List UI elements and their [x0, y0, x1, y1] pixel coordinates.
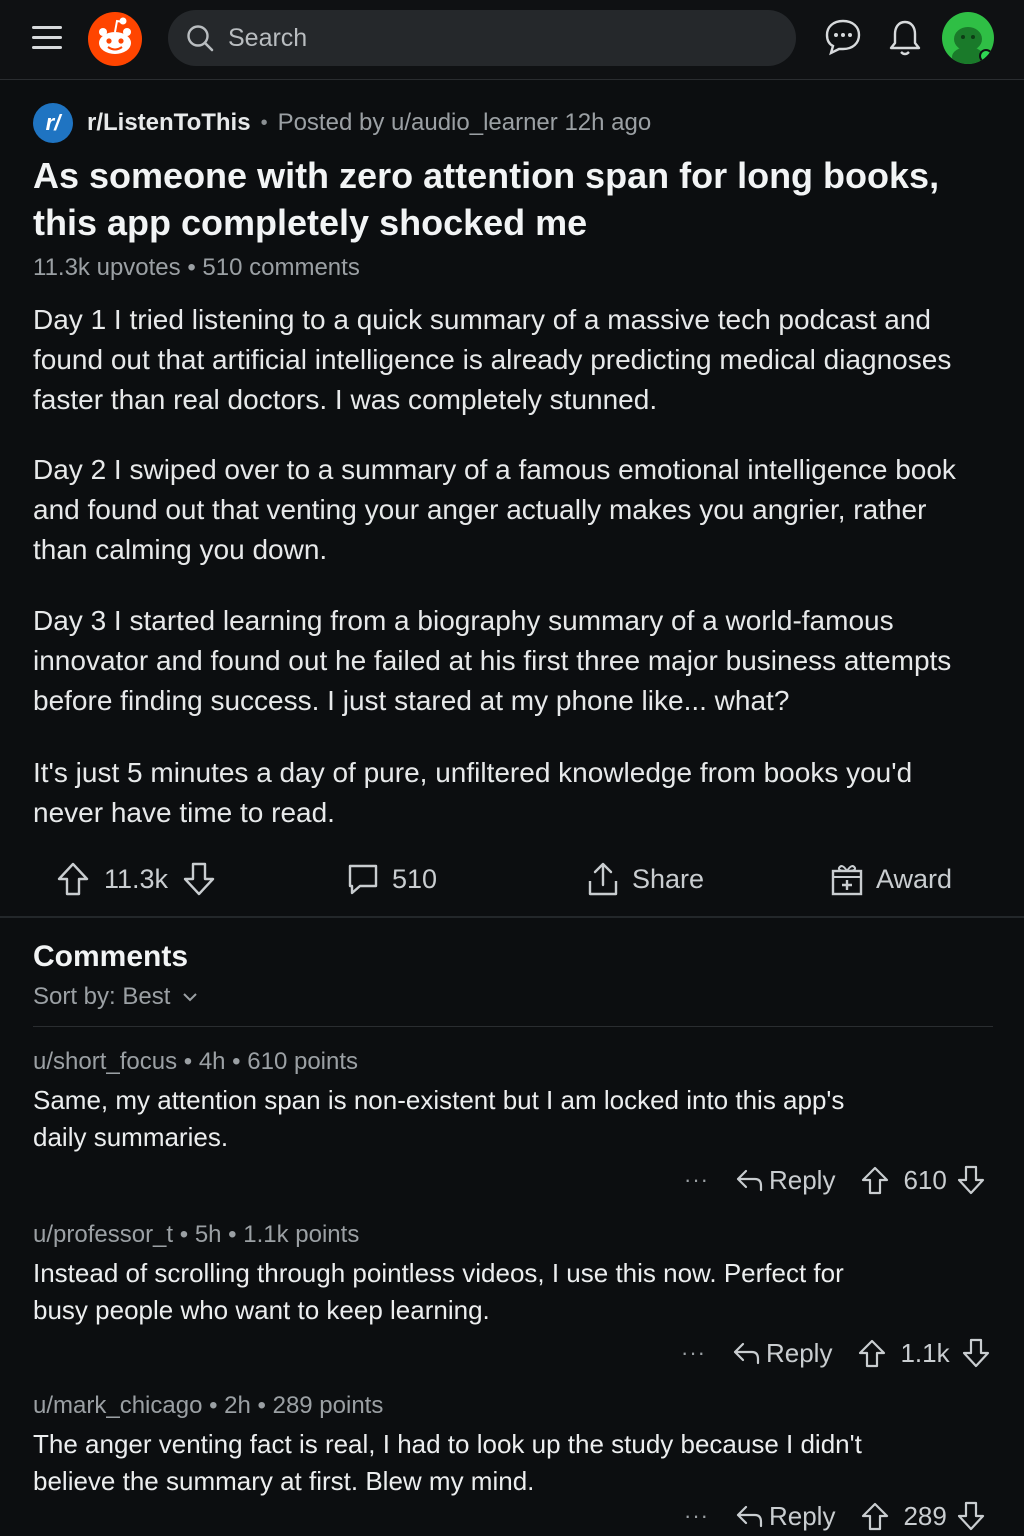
stats-separator: •: [187, 254, 203, 281]
comment-body: The anger venting fact is real, I had to…: [33, 1429, 862, 1496]
avatar[interactable]: [942, 12, 994, 64]
upvote-icon[interactable]: [861, 1501, 889, 1531]
post-title: As someone with zero attention span for …: [33, 155, 940, 243]
posted-by: Posted by u/audio_learner 12h ago: [277, 109, 652, 136]
comment-score: 289: [903, 1500, 947, 1531]
more-options-icon[interactable]: ···: [684, 1503, 709, 1529]
comments-button[interactable]: 510: [346, 856, 437, 902]
award-button[interactable]: Award: [830, 856, 952, 902]
comments-heading: Comments: [33, 940, 189, 973]
reply-button[interactable]: Reply: [769, 1501, 835, 1532]
downvote-icon[interactable]: [957, 1501, 985, 1531]
search-icon: [187, 25, 214, 52]
post-action-row: 11.3k 510 Share Award: [0, 856, 1024, 902]
award-button-label: Award: [876, 863, 953, 894]
reply-icon[interactable]: [735, 1503, 763, 1529]
comment-count: 510 comments: [202, 254, 360, 281]
downvote-icon[interactable]: [182, 861, 216, 897]
comment-body: Same, my attention span is non-existent …: [33, 1085, 845, 1152]
upvote-icon[interactable]: [858, 1338, 886, 1368]
chevron-down-icon: [183, 993, 198, 1002]
sort-label: Sort by: Best: [33, 983, 171, 1010]
reply-icon[interactable]: [732, 1340, 760, 1366]
search-bar[interactable]: Search: [168, 10, 796, 66]
comment-actions: ··· Reply 289: [684, 1498, 985, 1534]
vote-control: 11.3k: [56, 856, 216, 902]
post-paragraph: Day 2 I swiped over to a summary of a fa…: [33, 454, 956, 565]
subreddit-name[interactable]: r/ListenToThis: [87, 109, 251, 137]
comment-actions: ··· Reply 1.1k: [681, 1335, 990, 1371]
sort-dropdown[interactable]: Sort by: Best: [33, 983, 198, 1011]
top-bar: Search: [0, 0, 1024, 80]
search-placeholder: Search: [228, 24, 308, 52]
downvote-icon[interactable]: [957, 1165, 985, 1195]
subreddit-icon[interactable]: r/: [33, 103, 73, 143]
online-status-dot: [979, 49, 993, 63]
share-icon: [588, 862, 618, 896]
more-options-icon[interactable]: ···: [681, 1340, 706, 1366]
reply-button[interactable]: Reply: [766, 1338, 832, 1369]
reddit-logo[interactable]: [88, 12, 142, 66]
upvote-icon[interactable]: [56, 861, 90, 897]
gift-icon: [831, 865, 863, 896]
reply-button[interactable]: Reply: [769, 1165, 835, 1196]
upvote-count: 11.3k upvotes: [33, 254, 181, 281]
comments-button-label: 510: [392, 863, 438, 894]
comment-meta: u/mark_chicago • 2h • 289 points: [33, 1392, 384, 1419]
comment-icon: [348, 864, 378, 895]
upvote-icon[interactable]: [861, 1165, 889, 1195]
reply-icon[interactable]: [735, 1167, 763, 1193]
downvote-icon[interactable]: [962, 1338, 990, 1368]
comment-meta: u/short_focus • 4h • 610 points: [33, 1048, 359, 1075]
post-paragraph: Day 1 I tried listening to a quick summa…: [33, 304, 952, 415]
menu-icon[interactable]: [32, 24, 62, 52]
comments-divider: [33, 1026, 993, 1027]
comment-score: 610: [903, 1164, 947, 1195]
post-paragraph: It's just 5 minutes a day of pure, unfil…: [33, 757, 913, 828]
comment-body: Instead of scrolling through pointless v…: [33, 1258, 844, 1325]
post-score: 11.3k: [104, 863, 169, 894]
more-options-icon[interactable]: ···: [684, 1167, 709, 1193]
chat-icon[interactable]: [825, 18, 861, 58]
comment-actions: ··· Reply 610: [684, 1162, 985, 1198]
comment-score: 1.1k: [900, 1337, 950, 1368]
meta-separator: •: [260, 111, 268, 134]
section-divider: [0, 916, 1024, 918]
comment-meta: u/professor_t • 5h • 1.1k points: [33, 1221, 360, 1248]
post-paragraph: Day 3 I started learning from a biograph…: [33, 605, 952, 716]
share-button[interactable]: Share: [586, 856, 704, 902]
share-button-label: Share: [632, 863, 705, 894]
post-stats: 11.3k upvotes • 510 comments: [33, 254, 360, 282]
post-meta: r/ r/ListenToThis • Posted by u/audio_le…: [33, 103, 651, 143]
bell-icon[interactable]: [888, 18, 922, 58]
